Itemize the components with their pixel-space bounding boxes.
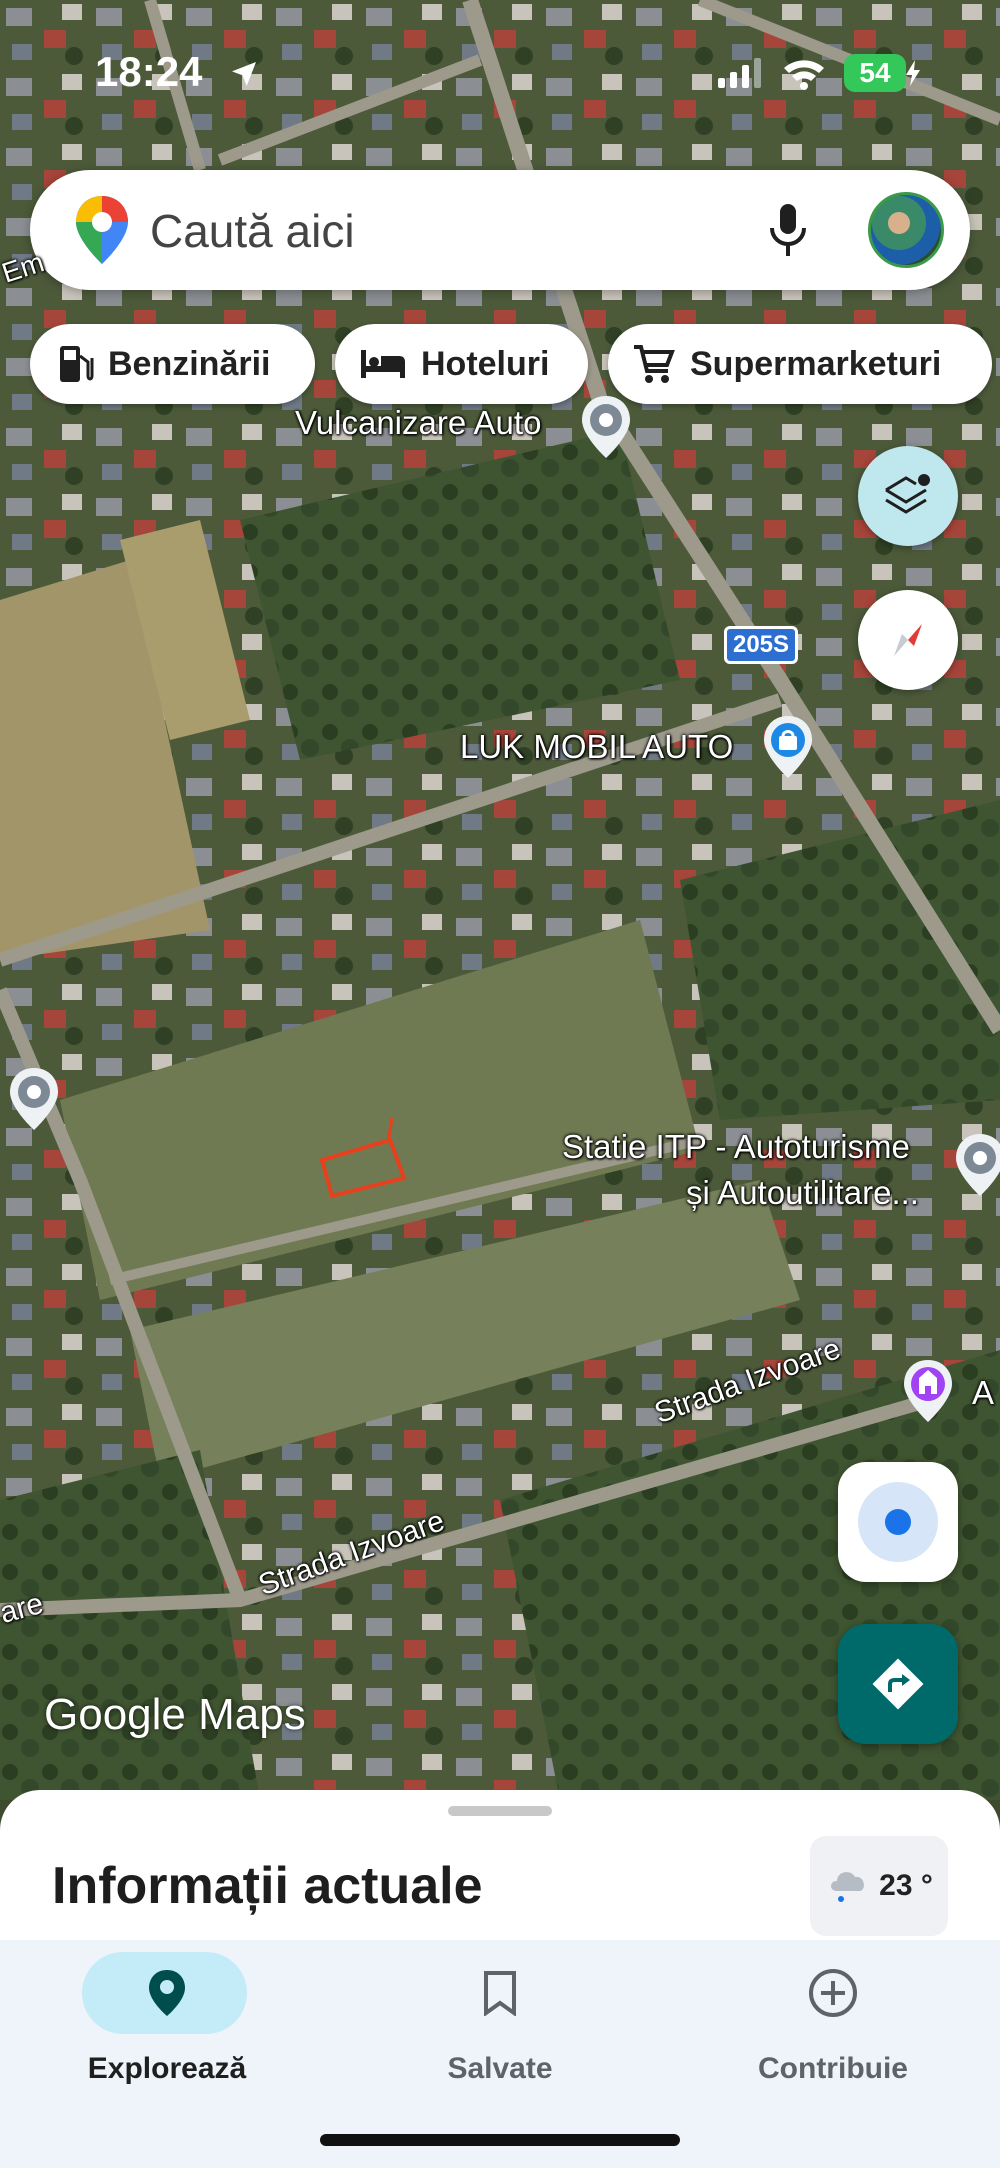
- chip-label: Supermarketuri: [690, 344, 942, 383]
- bookmark-icon: [484, 1971, 516, 2016]
- chip-gas-stations[interactable]: Benzinării: [30, 324, 315, 404]
- weather-temperature: 23 °: [879, 1869, 933, 1902]
- place-pin-icon[interactable]: [4, 1064, 64, 1136]
- search-input[interactable]: Caută aici: [150, 204, 355, 258]
- location-arrow-icon: [232, 62, 256, 86]
- compass-button[interactable]: [858, 590, 958, 690]
- home-indicator[interactable]: [320, 2134, 680, 2146]
- directions-button[interactable]: [838, 1624, 958, 1744]
- watermark-google: Google: [44, 1690, 186, 1739]
- tab-label: Salvate: [447, 2052, 553, 2085]
- watermark-maps: Maps: [198, 1690, 306, 1739]
- shopping-pin-icon[interactable]: [758, 712, 818, 784]
- road-shield-label: 205S: [732, 631, 790, 658]
- map-label-edge-right: A: [972, 1374, 995, 1411]
- layers-icon: [885, 474, 930, 514]
- chip-label: Hoteluri: [421, 344, 550, 383]
- landmark-pin-icon[interactable]: [898, 1356, 958, 1428]
- tab-explore[interactable]: Explorează: [27, 1940, 307, 2168]
- status-bar: 18:24 54: [0, 0, 1000, 150]
- road-shield: 205S: [724, 626, 798, 664]
- chip-supermarkets[interactable]: Supermarketuri: [608, 324, 992, 404]
- avatar[interactable]: [868, 192, 944, 268]
- tab-label: Explorează: [87, 2052, 247, 2085]
- layers-button[interactable]: [858, 446, 958, 546]
- my-location-button[interactable]: [838, 1462, 958, 1582]
- map-label-luk-mobil-auto[interactable]: LUK MOBIL AUTO: [460, 728, 733, 766]
- charging-icon: [906, 60, 920, 86]
- location-dot-icon: [858, 1482, 938, 1562]
- location-pin-icon: [149, 1970, 185, 2016]
- chip-label: Benzinării: [108, 344, 271, 383]
- add-circle-icon: [809, 1969, 857, 2017]
- chip-hotels[interactable]: Hoteluri: [335, 324, 588, 404]
- directions-icon: [872, 1658, 924, 1710]
- place-pin-icon[interactable]: [576, 392, 636, 464]
- sheet-title: Informații actuale: [52, 1857, 483, 1915]
- google-maps-watermark: Google Maps: [44, 1690, 306, 1740]
- map-label-itp-line1[interactable]: Statie ITP - Autoturisme: [562, 1128, 910, 1166]
- search-bar[interactable]: Caută aici: [30, 170, 970, 290]
- battery-level: 54: [859, 57, 891, 88]
- weather-chip[interactable]: 23 °: [810, 1836, 948, 1936]
- signal-icon: [718, 58, 761, 88]
- sheet-drag-handle[interactable]: [448, 1806, 552, 1816]
- cart-icon: [634, 345, 675, 383]
- compass-icon: [894, 624, 922, 656]
- google-maps-pin-icon: [76, 196, 128, 264]
- microphone-icon[interactable]: [768, 202, 808, 258]
- tab-label: Contribuie: [758, 2052, 908, 2085]
- battery-indicator: 54: [844, 54, 906, 92]
- map-label-itp-line2[interactable]: și Autoutilitare...: [686, 1174, 919, 1212]
- bed-icon: [361, 350, 405, 378]
- place-pin-icon[interactable]: [950, 1130, 1000, 1202]
- map-label-vulcanizare[interactable]: Vulcanizare Auto: [295, 404, 541, 442]
- rain-cloud-icon: [831, 1872, 865, 1902]
- gas-station-icon: [60, 346, 94, 382]
- tab-contribute[interactable]: Contribuie: [693, 1940, 973, 2168]
- wifi-icon: [784, 60, 824, 90]
- clock: 18:24: [95, 48, 203, 95]
